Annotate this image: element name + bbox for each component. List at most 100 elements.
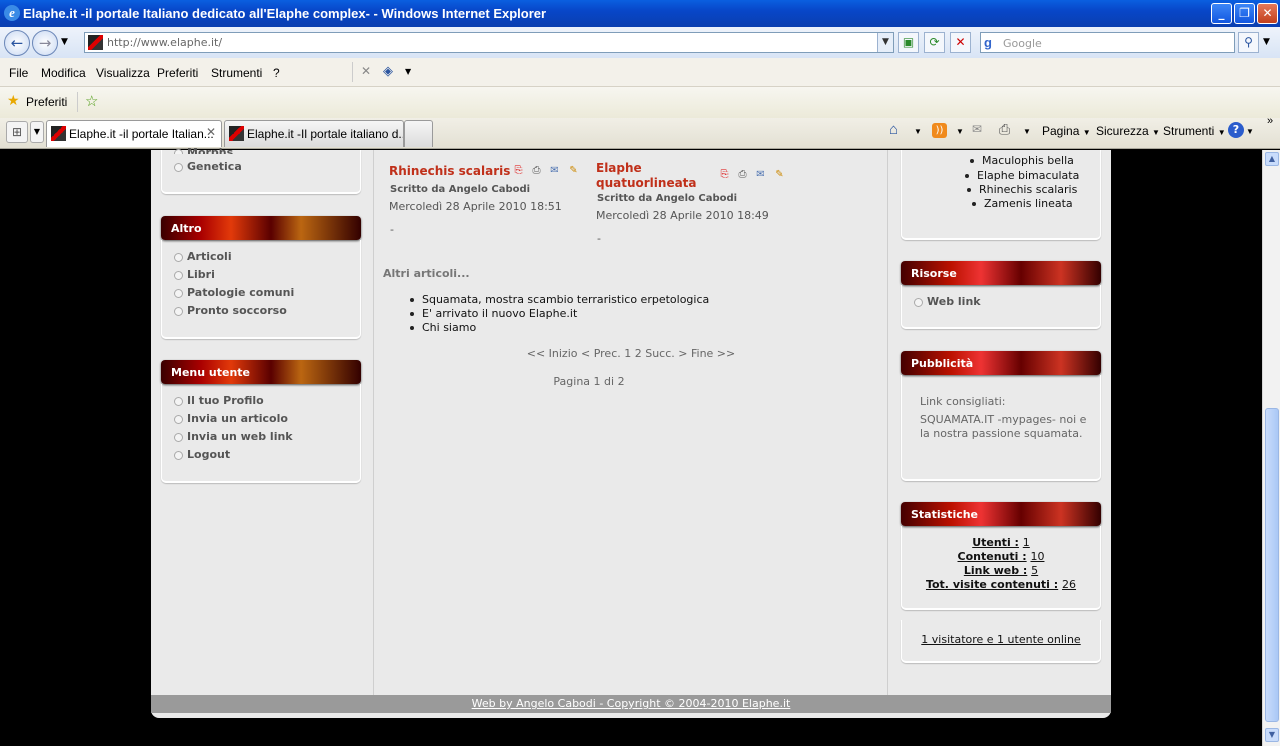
rss-dropdown-icon[interactable]: ▼ [956, 127, 964, 136]
more-articles-heading: Altri articoli... [383, 267, 470, 280]
pagination[interactable]: << Inizio < Prec. 1 2 Succ. > Fine >> [374, 347, 888, 360]
scroll-thumb[interactable] [1265, 408, 1279, 722]
page-menu[interactable]: Pagina ▼ [1042, 124, 1091, 138]
help-dropdown-icon[interactable]: ▼ [1246, 127, 1254, 136]
maximize-button[interactable]: ❐ [1234, 3, 1255, 24]
print-dropdown-icon[interactable]: ▼ [1023, 127, 1031, 136]
rss-icon[interactable]: )) [932, 123, 947, 138]
quick-tabs-icon[interactable]: ⊞ [6, 121, 28, 143]
list-item[interactable]: Chi siamo [408, 321, 476, 334]
article-title[interactable]: Elaphe quatuorlineata [596, 161, 706, 191]
menu-visualizza[interactable]: Visualizza [96, 66, 150, 80]
email-icon[interactable]: ✉ [548, 164, 561, 177]
stat-visite: Tot. visite contenuti : 26 [901, 578, 1101, 591]
history-dropdown-icon[interactable]: ▼ [61, 37, 68, 47]
favorites-button[interactable]: Preferiti [26, 95, 67, 109]
ad-link[interactable]: SQUAMATA.IT -mypages- noi e la nostra pa… [920, 413, 1092, 441]
article-body: - [390, 223, 394, 236]
menu-help[interactable]: ? [273, 66, 280, 80]
menu-utente-heading: Menu utente [161, 360, 361, 384]
left-item-profilo[interactable]: Il tuo Profilo [174, 394, 264, 407]
favorites-bar [0, 87, 1280, 118]
left-item-articoli[interactable]: Articoli [174, 250, 232, 263]
address-url[interactable]: http://www.elaphe.it/ [107, 36, 222, 49]
page-footer[interactable]: Web by Angelo Cabodi - Copyright © 2004-… [151, 695, 1111, 713]
google-icon: g [984, 35, 992, 50]
email-icon[interactable]: ✉ [754, 168, 767, 181]
scroll-down-icon[interactable]: ▼ [1265, 728, 1279, 742]
close-tab-icon[interactable]: ✕ [206, 125, 216, 139]
home-dropdown-icon[interactable]: ▼ [914, 127, 922, 136]
refresh-icon[interactable]: ⟳ [924, 32, 945, 53]
tools-menu[interactable]: Strumenti ▼ [1163, 124, 1226, 138]
edit-icon[interactable]: ✎ [567, 164, 580, 177]
translate-dropdown-icon[interactable]: ▼ [405, 67, 411, 76]
address-dropdown-icon[interactable]: ▼ [877, 33, 893, 52]
menu-modifica[interactable]: Modifica [41, 66, 86, 80]
close-toolbar-icon[interactable]: ✕ [361, 64, 371, 78]
left-item-patologie[interactable]: Patologie comuni [174, 286, 294, 299]
title-bar: e Elaphe.it -il portale Italiano dedicat… [0, 0, 1280, 27]
close-button[interactable]: ✕ [1257, 3, 1278, 24]
tab-1[interactable]: Elaphe.it -il portale Italian... ✕ [46, 120, 222, 147]
list-item[interactable]: Squamata, mostra scambio terraristico er… [408, 293, 709, 306]
stat-value: 10 [1030, 550, 1045, 563]
pdf-icon[interactable]: ⎘ [718, 168, 731, 181]
list-item[interactable]: Rhinechis scalaris [965, 183, 1077, 196]
vertical-scrollbar[interactable]: ▲ ▼ [1262, 150, 1280, 746]
stat-label: Tot. visite contenuti : [925, 578, 1059, 591]
left-item-pronto-soccorso[interactable]: Pronto soccorso [174, 304, 287, 317]
article-title[interactable]: Rhinechis scalaris [389, 164, 510, 179]
stat-label: Utenti : [972, 536, 1019, 549]
menu-strumenti[interactable]: Strumenti [211, 66, 262, 80]
print-icon[interactable]: ⎙ [530, 164, 543, 177]
article-date: Mercoledì 28 Aprile 2010 18:51 [389, 200, 562, 213]
forward-button[interactable]: → [32, 30, 58, 56]
security-menu[interactable]: Sicurezza ▼ [1096, 124, 1160, 138]
left-item-logout[interactable]: Logout [174, 448, 230, 461]
online-users[interactable]: 1 visitatore e 1 utente online [901, 633, 1101, 646]
compatibility-icon[interactable]: ▣ [898, 32, 919, 53]
right-item-weblink[interactable]: Web link [914, 295, 981, 308]
left-item-libri[interactable]: Libri [174, 268, 215, 281]
list-item[interactable]: Elaphe bimaculata [963, 169, 1079, 182]
search-options-icon[interactable]: ▼ [1263, 37, 1270, 47]
list-item[interactable]: Zamenis lineata [970, 197, 1073, 210]
home-icon[interactable]: ⌂ [889, 121, 898, 138]
translate-icon[interactable]: ◈ [383, 64, 393, 79]
mail-icon[interactable]: ✉ [972, 122, 982, 136]
left-item-morphs[interactable]: Morphs [174, 146, 233, 154]
menu-preferiti[interactable]: Preferiti [157, 66, 198, 80]
stat-value: 26 [1062, 578, 1077, 591]
search-input[interactable]: g Google [980, 32, 1235, 53]
stat-link-web: Link web : 5 [901, 564, 1101, 577]
left-item-invia-articolo[interactable]: Invia un articolo [174, 412, 288, 425]
favorites-star-icon[interactable]: ★ [7, 93, 20, 109]
minimize-button[interactable]: _ [1211, 3, 1232, 24]
search-icon[interactable]: ⚲ [1238, 32, 1259, 53]
help-icon[interactable]: ? [1228, 122, 1244, 138]
main-content [373, 150, 888, 695]
security-menu-label: Sicurezza [1096, 124, 1149, 138]
stop-icon[interactable]: ✕ [950, 32, 971, 53]
pdf-icon[interactable]: ⎘ [512, 164, 525, 177]
left-item-invia-weblink[interactable]: Invia un web link [174, 430, 293, 443]
back-button[interactable]: ← [4, 30, 30, 56]
tab-list-icon[interactable]: ▼ [30, 121, 44, 143]
print-icon[interactable]: ⎙ [736, 168, 749, 181]
menu-separator [352, 62, 353, 82]
edit-icon[interactable]: ✎ [773, 168, 786, 181]
list-item[interactable]: Maculophis bella [968, 154, 1074, 167]
stat-label: Contenuti : [957, 550, 1027, 563]
more-commands-icon[interactable]: » [1267, 115, 1273, 127]
add-favorite-icon[interactable]: ☆ [85, 92, 98, 110]
tab-2[interactable]: Elaphe.it -Il portale italiano d... [224, 120, 404, 147]
print-icon[interactable]: ⎙ [999, 121, 1010, 138]
new-tab-button[interactable] [404, 120, 433, 147]
pubblicita-heading: Pubblicità [901, 351, 1101, 375]
menu-file[interactable]: File [9, 66, 28, 80]
left-item-genetica[interactable]: Genetica [174, 160, 242, 173]
scroll-up-icon[interactable]: ▲ [1265, 152, 1279, 166]
list-item[interactable]: E' arrivato il nuovo Elaphe.it [408, 307, 577, 320]
address-bar[interactable]: http://www.elaphe.it/ ▼ [84, 32, 894, 53]
